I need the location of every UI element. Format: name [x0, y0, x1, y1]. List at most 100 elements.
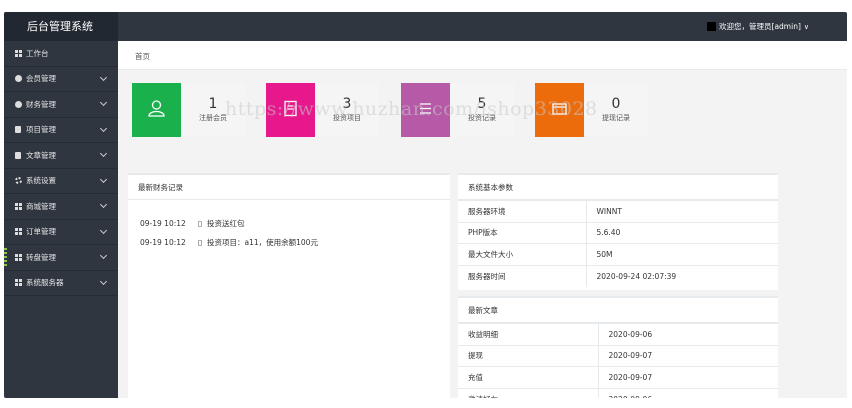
grid-icon: [14, 253, 22, 261]
sidebar-item-members[interactable]: 会员管理: [4, 67, 118, 92]
table-row: 服务器时间 2020-09-24 02:07:39: [458, 264, 778, 287]
sidebar-item-label: 项目管理: [26, 125, 56, 135]
sidebar-item-label: 会员管理: [26, 74, 56, 84]
article-title[interactable]: 充值: [458, 366, 599, 388]
article-date: 2020-09-07: [598, 366, 778, 388]
grid-icon: [14, 49, 22, 57]
sidebar-item-projects[interactable]: 项目管理: [4, 118, 118, 143]
table-row[interactable]: 收益明细 2020-09-06: [458, 323, 778, 345]
sidebar-item-wheel[interactable]: 转盘管理: [4, 245, 118, 271]
chevron-down-icon: [99, 277, 108, 285]
param-value: WINNT: [586, 200, 778, 222]
stat-icon-box: [401, 83, 450, 137]
chevron-down-icon: [99, 200, 108, 209]
stat-label: 投资项目: [333, 114, 361, 122]
table-row[interactable]: 邀请好友 2020-09-06: [458, 387, 778, 398]
param-key: 服务器时间: [458, 264, 587, 287]
record-marker-icon: ▯: [198, 219, 203, 228]
article-date: 2020-09-06: [598, 387, 778, 398]
grid-icon: [14, 228, 22, 236]
sidebar-item-label: 系统设置: [26, 176, 56, 186]
document-icon: [14, 151, 22, 159]
stat-card-members[interactable]: 1 注册会员: [132, 83, 245, 137]
param-value: 2020-09-24 02:07:39: [586, 264, 778, 287]
breadcrumb-home[interactable]: 首页: [135, 51, 150, 62]
stat-value: 0: [611, 96, 621, 112]
sidebar-item-finance[interactable]: 财务管理: [4, 92, 118, 118]
stat-icon-box: [535, 83, 584, 137]
panel-title: 最新文章: [458, 298, 778, 323]
table-row: PHP版本 5.6.40: [458, 221, 778, 244]
sidebar: 工作台 会员管理 财务管理 项目管理 文章管理 系统设置 商城管理 订单管理 转…: [4, 41, 118, 398]
app-window: 后台管理系统 欢迎您，管理员[admin] ∨ 工作台 会员管理 财务管理 项目…: [4, 12, 847, 398]
param-value: 5.6.40: [586, 221, 778, 244]
sidebar-item-label: 商城管理: [26, 201, 56, 211]
document-icon: [284, 100, 297, 117]
article-title[interactable]: 收益明细: [458, 323, 599, 345]
record-marker-icon: ▯: [198, 238, 203, 247]
sidebar-item-label: 财务管理: [26, 99, 56, 109]
param-value: 50M: [586, 243, 778, 265]
stat-label: 提现记录: [602, 114, 630, 122]
param-key: 服务器环境: [458, 200, 587, 222]
app-title: 后台管理系统: [4, 12, 118, 41]
circle-icon: [14, 75, 22, 83]
chevron-down-icon: [99, 175, 108, 183]
stat-card-investments[interactable]: 5 投资记录: [401, 83, 514, 137]
chevron-down-icon: [99, 251, 108, 260]
sidebar-item-label: 工作台: [26, 48, 49, 58]
articles-table: 收益明细 2020-09-06 提现 2020-09-07 充值 2020-09…: [458, 323, 778, 398]
sidebar-item-dashboard[interactable]: 工作台: [4, 41, 118, 67]
sidebar-resize-handle[interactable]: [4, 248, 7, 268]
user-icon: [148, 100, 165, 117]
circle-icon: [14, 100, 22, 108]
breadcrumb: 首页: [118, 41, 847, 70]
chevron-down-icon: [99, 98, 108, 107]
system-params-table: 服务器环境 WINNT PHP版本 5.6.40 最大文件大小 50M 服务器时…: [458, 200, 778, 287]
sidebar-item-orders[interactable]: 订单管理: [4, 220, 118, 245]
record-time: 09-19 10:12: [140, 238, 186, 247]
sidebar-item-articles[interactable]: 文章管理: [4, 143, 118, 169]
panel-title: 系统基本参数: [458, 175, 778, 200]
stat-icon-box: [132, 83, 181, 137]
article-date: 2020-09-06: [598, 323, 778, 345]
record-time: 09-19 10:12: [140, 219, 186, 228]
stat-icon-box: [266, 83, 315, 137]
finance-records-panel: 最新财务记录 09-19 10:12 ▯ 投资送红包 09-19 10:12 ▯…: [128, 173, 450, 398]
record-text: 投资送红包: [207, 219, 245, 228]
finance-record-list: 09-19 10:12 ▯ 投资送红包 09-19 10:12 ▯ 投资项目：a…: [128, 200, 450, 252]
article-title[interactable]: 提现: [458, 344, 599, 367]
stat-card-projects[interactable]: 3 投资项目: [266, 83, 379, 137]
record-text: 投资项目：a11，使用余额100元: [207, 238, 318, 247]
table-row[interactable]: 提现 2020-09-07: [458, 344, 778, 367]
sidebar-item-settings[interactable]: 系统设置: [4, 169, 118, 194]
welcome-text: 欢迎您，管理员[admin]: [719, 22, 801, 31]
sidebar-item-label: 订单管理: [26, 227, 56, 237]
sidebar-item-label: 系统服务器: [26, 278, 64, 288]
chevron-down-icon: [99, 124, 108, 132]
table-row: 最大文件大小 50M: [458, 243, 778, 265]
table-row: 服务器环境 WINNT: [458, 200, 778, 222]
sidebar-item-label: 文章管理: [26, 150, 56, 160]
article-title[interactable]: 邀请好友: [458, 387, 599, 398]
stat-value: 1: [208, 96, 218, 112]
gear-icon: [14, 177, 22, 185]
list-item: 09-19 10:12 ▯ 投资送红包: [140, 214, 450, 233]
document-icon: [14, 126, 22, 134]
sidebar-item-label: 转盘管理: [26, 252, 56, 262]
grid-icon: [14, 202, 22, 210]
chevron-down-icon: [99, 149, 108, 158]
system-params-panel: 系统基本参数 服务器环境 WINNT PHP版本 5.6.40 最大文件大小 5…: [458, 173, 778, 290]
chevron-down-icon: ∨: [803, 22, 809, 31]
param-key: PHP版本: [458, 221, 587, 244]
user-menu[interactable]: 欢迎您，管理员[admin] ∨: [707, 20, 809, 33]
sidebar-item-server[interactable]: 系统服务器: [4, 271, 118, 296]
chevron-down-icon: [99, 226, 108, 234]
sidebar-item-shop[interactable]: 商城管理: [4, 194, 118, 220]
stat-label: 投资记录: [468, 114, 496, 122]
stat-value: 3: [342, 96, 352, 112]
avatar: [707, 22, 717, 31]
table-row[interactable]: 充值 2020-09-07: [458, 366, 778, 388]
top-header: 后台管理系统 欢迎您，管理员[admin] ∨: [4, 12, 847, 41]
stat-card-withdrawals[interactable]: 0 提现记录: [535, 83, 648, 137]
